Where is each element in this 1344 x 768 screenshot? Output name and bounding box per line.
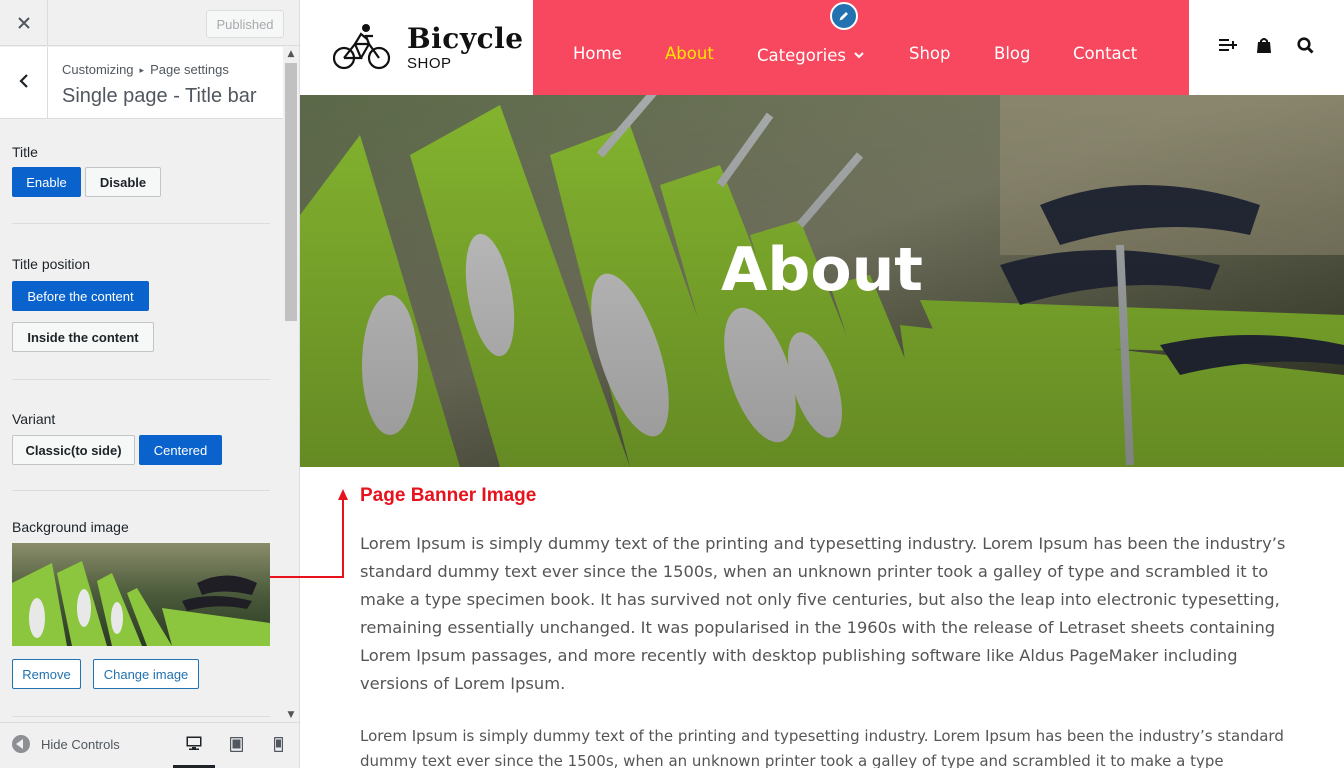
search-icon[interactable] [1294,34,1316,56]
before-content-button[interactable]: Before the content [12,281,149,311]
variant-classic-button[interactable]: Classic(to side) [12,435,135,465]
scroll-down-arrow-icon[interactable]: ▼ [283,708,299,722]
logo-title: Bicycle [407,22,524,55]
device-desktop-button[interactable] [173,723,215,768]
divider [12,716,270,717]
breadcrumb-section: Page settings [150,62,229,77]
hide-controls-label: Hide Controls [41,736,120,752]
chevron-left-icon [18,73,29,92]
site-logo[interactable]: Bicycle SHOP [332,22,524,74]
bicycle-icon [332,22,391,74]
nav-home[interactable]: Home [573,44,622,63]
nav-shop[interactable]: Shop [909,44,951,63]
published-button[interactable]: Published [206,10,284,38]
breadcrumb-root: Customizing [62,62,134,77]
hide-controls-button[interactable]: Hide Controls [12,735,120,753]
divider [12,223,270,224]
device-mobile-button[interactable] [257,723,299,768]
content-paragraph: Lorem Ipsum is simply dummy text of the … [360,727,1284,768]
variant-label: Variant [12,411,56,427]
inside-content-button[interactable]: Inside the content [12,322,154,352]
logo-subtitle: SHOP [407,55,452,72]
tablet-icon [229,736,243,756]
chevron-down-icon [854,44,864,63]
site-preview[interactable]: Bicycle SHOP Home About Categories Shop … [300,0,1344,768]
breadcrumb-separator-icon: ▸ [139,65,145,75]
section-header: Customizing ▸ Page settings Single page - … [0,47,283,119]
title-enable-button[interactable]: Enable [12,167,81,197]
customizer-panel: Published Customizing ▸ Page settings Sing… [0,0,300,768]
title-disable-button[interactable]: Disable [85,167,161,197]
customizer-controls[interactable]: Title Enable Disable Title position Befo… [0,120,283,722]
variant-centered-button[interactable]: Centered [139,435,222,465]
nav-blog[interactable]: Blog [994,44,1030,63]
breadcrumb: Customizing ▸ Page settings [62,62,229,77]
nav-about[interactable]: About [665,44,714,63]
title-control-label: Title [12,144,38,160]
background-image-thumbnail[interactable] [12,543,270,646]
banner-title: About [720,235,923,305]
site-header: Bicycle SHOP Home About Categories Shop … [300,0,1344,109]
title-position-label: Title position [12,256,91,272]
close-customizer-button[interactable] [0,0,48,46]
shopping-bag-icon[interactable] [1253,34,1275,56]
customizer-footer: Hide Controls [0,722,299,768]
logo-text: Bicycle SHOP [407,22,524,73]
content-paragraph: Lorem Ipsum is simply dummy text of the … [360,534,1286,693]
change-image-button[interactable]: Change image [93,659,199,689]
page-banner: About [300,95,1344,467]
device-tablet-button[interactable] [215,723,257,768]
main-navigation: Home About Categories Shop Blog Contact [533,0,1189,109]
divider [12,379,270,380]
background-image-label: Background image [12,519,129,535]
nav-categories-label: Categories [757,46,846,65]
scroll-thumb[interactable] [285,63,297,321]
remove-image-button[interactable]: Remove [12,659,81,689]
annotation-label: Page Banner Image [360,485,537,506]
nav-contact[interactable]: Contact [1073,44,1137,63]
collapse-icon [12,735,30,753]
menu-plus-icon[interactable] [1217,34,1239,56]
mobile-icon [273,736,283,756]
divider [12,490,270,491]
close-icon [17,13,30,34]
edit-shortcut-button[interactable] [830,2,858,30]
section-title: Single page - Title bar [62,85,257,107]
back-button[interactable] [0,47,48,118]
nav-categories[interactable]: Categories [757,44,864,65]
pencil-icon [838,7,850,26]
customizer-topbar: Published [0,0,299,46]
scroll-up-arrow-icon[interactable]: ▲ [283,47,299,61]
customizer-scrollbar[interactable]: ▲ ▼ [283,47,299,722]
desktop-icon [186,735,202,754]
